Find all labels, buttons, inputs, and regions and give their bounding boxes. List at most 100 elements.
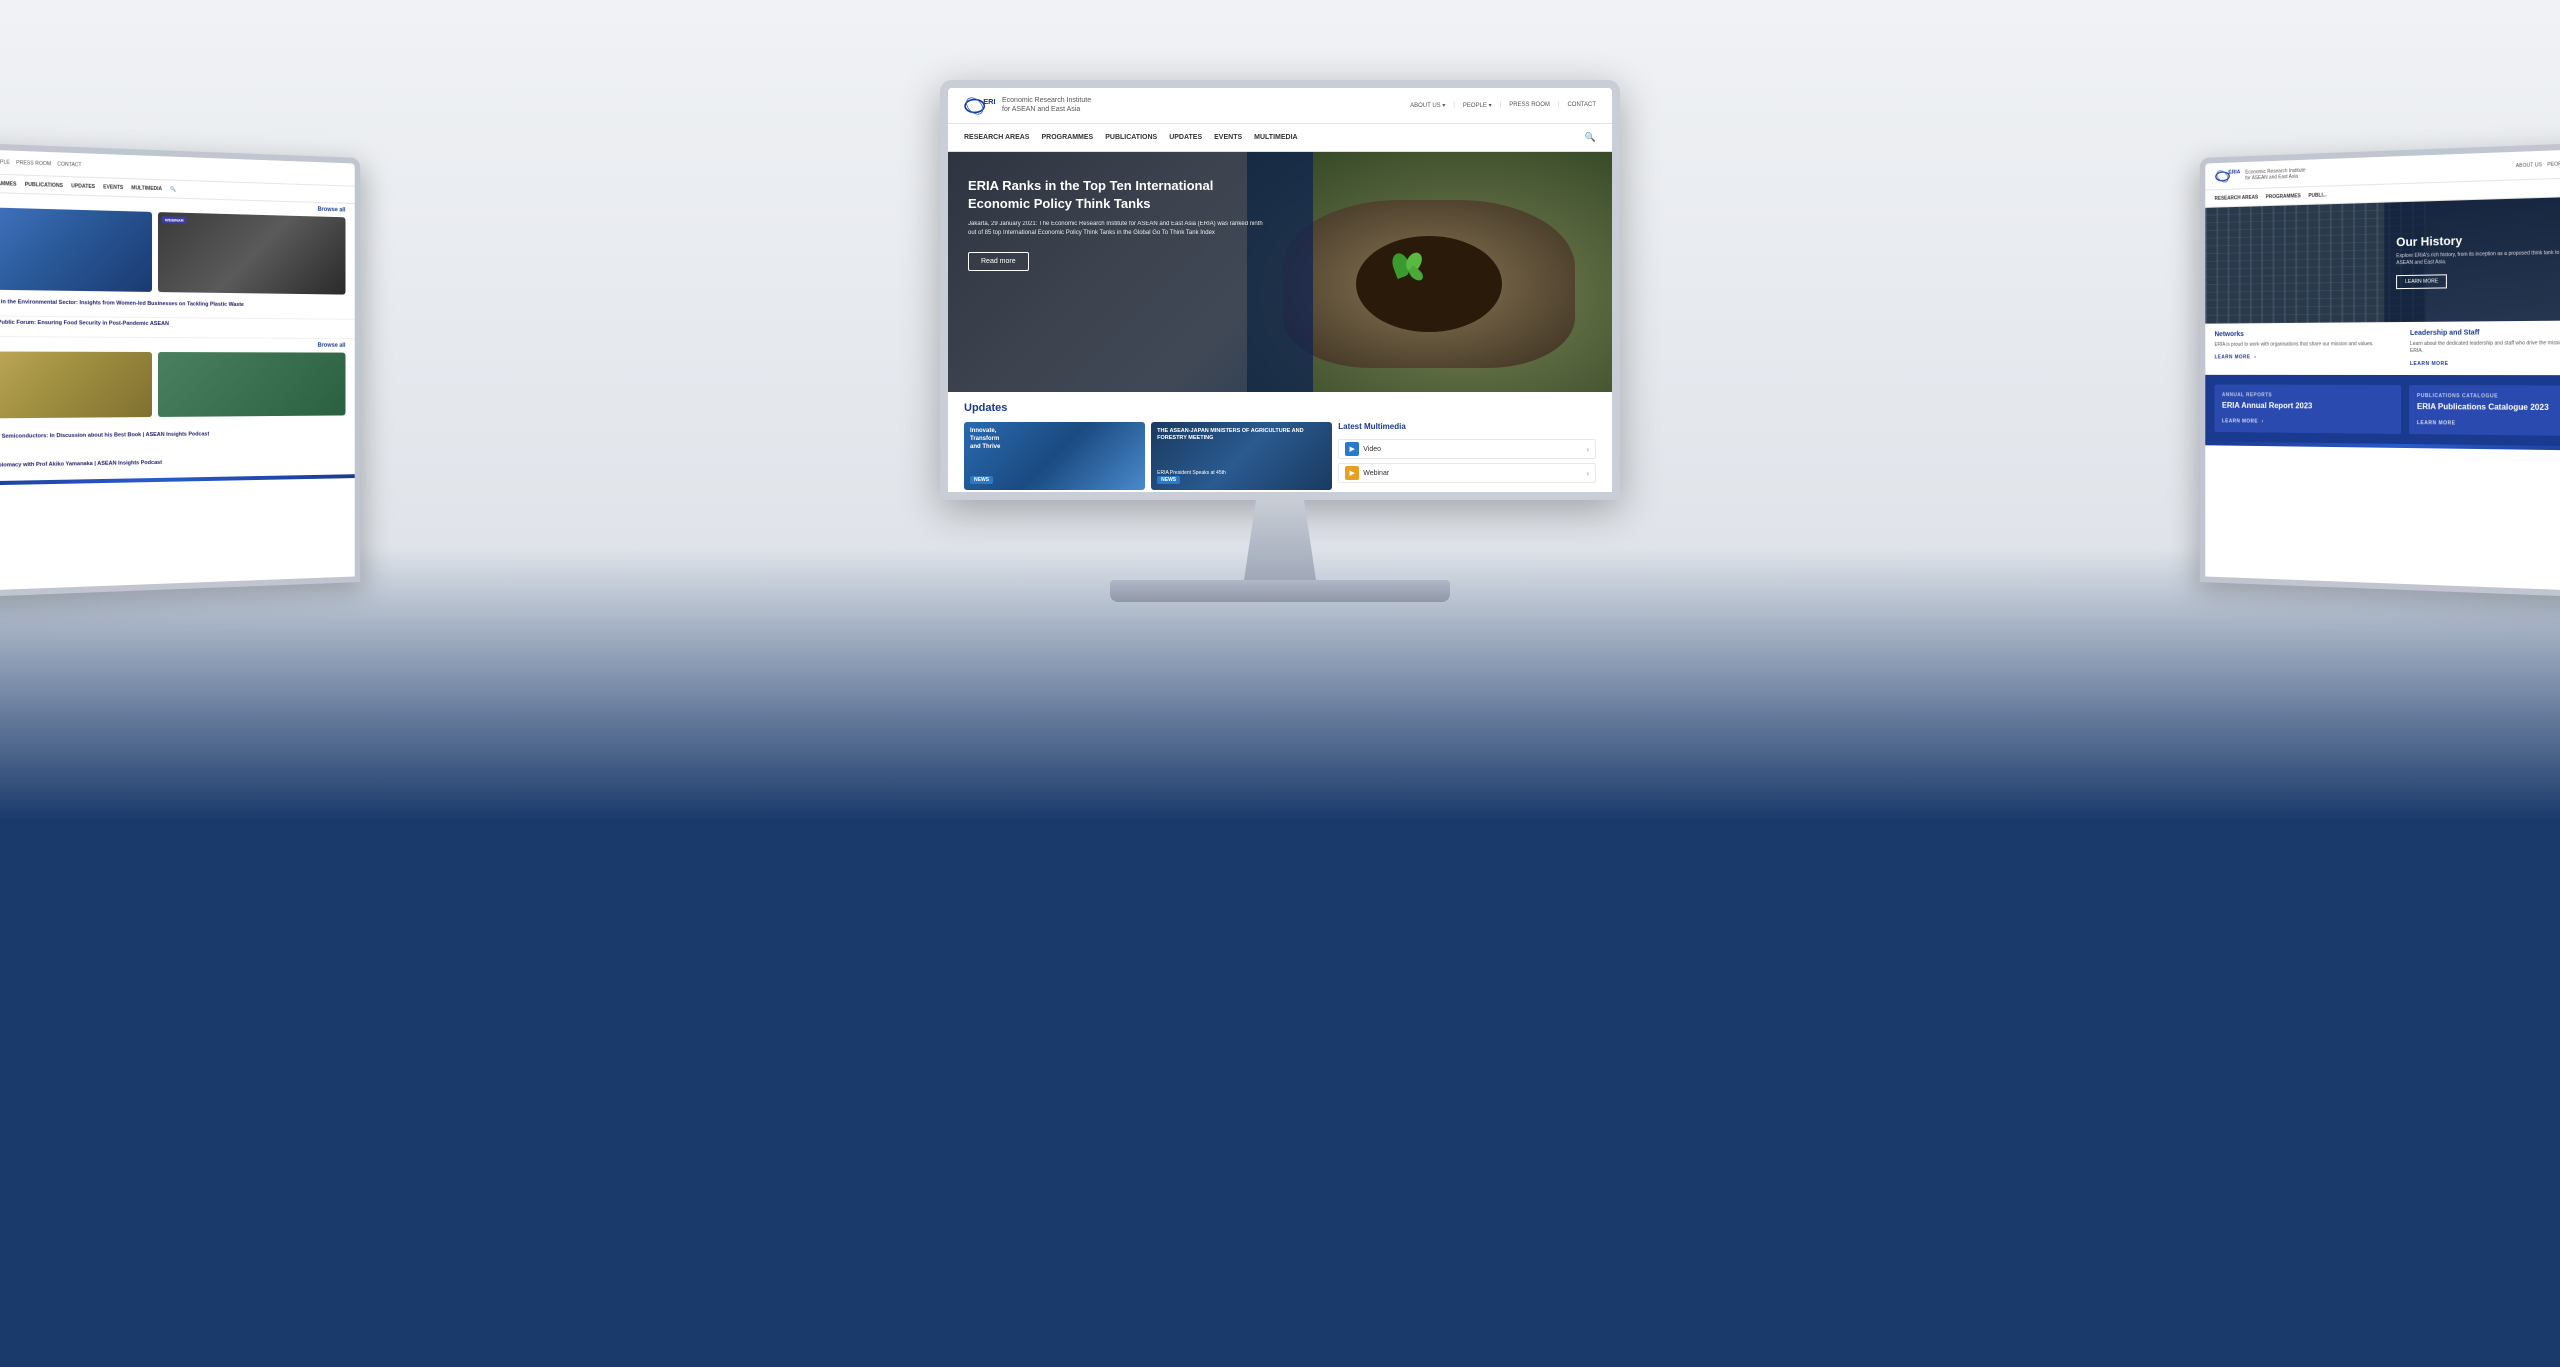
left-card-2-label: WEBINAR — [162, 216, 187, 224]
nav-events[interactable]: EVENTS — [1214, 134, 1242, 141]
left-monitor: ABOUT US PEOPLE PRESS ROOM CONTACT AREAS… — [0, 141, 360, 598]
right-hero-desc: Explore ERIA's rich history, from its in… — [2396, 249, 2560, 267]
right-networks-title: Networks — [2215, 330, 2401, 338]
right-monitor: ERIA Economic Research Institute for ASE… — [2200, 141, 2560, 598]
center-contact[interactable]: CONTACT — [1567, 102, 1596, 109]
right-hero-overlay: Our History Explore ERIA's rich history,… — [2384, 196, 2560, 323]
left-nav-pressroom[interactable]: PRESS ROOM — [16, 159, 51, 166]
multimedia-video[interactable]: ▶ Video › — [1338, 439, 1596, 459]
right-annual-title: ERIA Annual Report 2023 — [2222, 401, 2393, 412]
mm-video-left: ▶ Video — [1345, 442, 1381, 456]
left-nav-programmes[interactable]: PROGRAMMES — [0, 180, 17, 187]
center-search-icon[interactable]: 🔍 — [1585, 132, 1596, 143]
right-leadership-title: Leadership and Staff — [2410, 329, 2560, 337]
right-leadership-link[interactable]: LEARN MORE — [2410, 361, 2560, 367]
left-card-1: WEBINAR — [0, 206, 152, 292]
right-leadership-section: Leadership and Staff Learn about the ded… — [2410, 329, 2560, 367]
multimedia-webinar[interactable]: ▶ Webinar › — [1338, 463, 1596, 483]
right-annual-cards: ANNUAL REPORTS ERIA Annual Report 2023 L… — [2215, 384, 2560, 436]
center-hero-banner: ERIA Ranks in the Top Ten International … — [948, 152, 1612, 392]
left-nav-events[interactable]: EVENTS — [103, 184, 123, 191]
center-logo[interactable]: ERIA Economic Research Institute for ASE… — [964, 95, 1091, 117]
nav-programmes[interactable]: PROGRAMMES — [1041, 134, 1093, 141]
center-nav: ERIA Economic Research Institute for ASE… — [948, 88, 1612, 124]
right-networks-section: Networks ERIA is proud to work with orga… — [2215, 330, 2401, 367]
right-logo-icon: ERIA — [2215, 167, 2241, 185]
right-screen: ERIA Economic Research Institute for ASE… — [2200, 141, 2560, 598]
left-screen: ABOUT US PEOPLE PRESS ROOM CONTACT AREAS… — [0, 141, 360, 598]
left-nav-multimedia[interactable]: MULTIMEDIA — [131, 185, 162, 192]
right-nav-link-1[interactable]: ABOUT US — [2516, 162, 2542, 169]
hero-title: ERIA Ranks in the Top Ten International … — [968, 177, 1267, 212]
webinar-icon: ▶ — [1345, 466, 1359, 480]
update-card-1-title: Innovate,Transformand Thrive — [970, 428, 1139, 451]
svg-text:ERIA: ERIA — [983, 96, 996, 105]
right-info-section: Networks ERIA is proud to work with orga… — [2205, 320, 2560, 375]
left-top-links: ABOUT US PEOPLE PRESS ROOM CONTACT — [0, 157, 82, 168]
left-podcast-section: PODCASTS Geopolitics of Semiconductors: … — [0, 416, 355, 482]
right-hero-title: Our History — [2396, 230, 2560, 249]
video-icon: ▶ — [1345, 442, 1359, 456]
left-nav-updates[interactable]: UPDATES — [71, 183, 95, 190]
center-press-room[interactable]: PRESS ROOM — [1509, 102, 1550, 109]
right-networks-link[interactable]: LEARN MORE › — [2215, 354, 2401, 360]
nav-multimedia[interactable]: MULTIMEDIA — [1254, 134, 1297, 141]
right-annual-arrow-icon: › — [2262, 419, 2264, 425]
right-networks-arrow-icon: › — [2254, 354, 2256, 360]
updates-title: Updates — [964, 402, 1596, 414]
nav-updates[interactable]: UPDATES — [1169, 134, 1202, 141]
svg-text:ERIA: ERIA — [2228, 169, 2240, 175]
left-card-2: WEBINAR — [158, 212, 346, 295]
update-card-1[interactable]: Innovate,Transformand Thrive NEWS — [964, 422, 1145, 490]
right-nav-programmes[interactable]: PROGRAMMES — [2266, 193, 2301, 200]
center-main-nav-items: RESEARCH AREAS PROGRAMMES PUBLICATIONS U… — [964, 134, 1298, 141]
center-stand-neck — [1220, 500, 1340, 580]
mm-webinar-label: Webinar — [1363, 470, 1389, 477]
right-logo[interactable]: ERIA Economic Research Institute for ASE… — [2215, 164, 2306, 185]
center-people[interactable]: PEOPLE ▾ — [1463, 102, 1492, 109]
right-nav-link-2[interactable]: PEOPLE — [2547, 161, 2560, 168]
right-logo-text: Economic Research Institute for ASEAN an… — [2245, 167, 2305, 181]
right-catalogue-link[interactable]: LEARN MORE — [2417, 420, 2560, 428]
left-card-sm-2 — [158, 352, 346, 417]
right-publications-section: ANNUAL REPORTS ERIA Annual Report 2023 L… — [2205, 375, 2560, 447]
right-catalogue-category: PUBLICATIONS CATALOGUE — [2417, 393, 2560, 400]
right-catalogue-card[interactable]: PUBLICATIONS CATALOGUE ERIA Publications… — [2409, 385, 2560, 437]
right-hero: Our History Explore ERIA's rich history,… — [2205, 196, 2560, 324]
right-annual-report-card[interactable]: ANNUAL REPORTS ERIA Annual Report 2023 L… — [2215, 384, 2402, 434]
multimedia-section: Latest Multimedia ▶ Video › ▶ Webinar — [1338, 422, 1596, 492]
update-card-2-subtitle: ERIA President Speaks at 45th — [1157, 470, 1326, 476]
right-catalogue-title: ERIA Publications Catalogue 2023 — [2417, 402, 2560, 414]
right-networks-desc: ERIA is proud to work with organisations… — [2215, 341, 2401, 349]
hero-read-more-button[interactable]: Read more — [968, 252, 1029, 271]
right-annual-link[interactable]: LEARN MORE › — [2222, 419, 2393, 427]
eria-logo-icon: ERIA — [964, 95, 996, 117]
right-nav-research[interactable]: RESEARCH AREAS — [2215, 194, 2259, 201]
left-search-icon[interactable]: 🔍 — [170, 186, 176, 192]
hero-content: ERIA Ranks in the Top Ten International … — [968, 177, 1267, 271]
left-nav-publications[interactable]: PUBLICATIONS — [25, 181, 63, 188]
update-card-2-title: THE ASEAN-JAPAN MINISTERS OF AGRICULTURE… — [1157, 428, 1326, 442]
right-top-links: ABOUT US PEOPLE PRESS ROOM — [2516, 159, 2560, 168]
center-about-us[interactable]: ABOUT US ▾ — [1410, 102, 1445, 109]
center-monitor: ERIA Economic Research Institute for ASE… — [940, 80, 1620, 602]
update-card-2[interactable]: THE ASEAN-JAPAN MINISTERS OF AGRICULTURE… — [1151, 422, 1332, 490]
center-monitor-stand — [940, 500, 1620, 602]
multimedia-title: Latest Multimedia — [1338, 422, 1596, 431]
nav-research-areas[interactable]: RESEARCH AREAS — [964, 134, 1029, 141]
right-nav-publications[interactable]: PUBLI... — [2308, 192, 2326, 198]
hero-background: ERIA Ranks in the Top Ten International … — [948, 152, 1612, 392]
right-hero-btn[interactable]: LEARN MORE — [2396, 274, 2447, 289]
update-card-1-badge: NEWS — [970, 476, 993, 484]
update-cards: Innovate,Transformand Thrive NEWS THE AS… — [964, 422, 1332, 492]
nav-publications[interactable]: PUBLICATIONS — [1105, 134, 1157, 141]
update-card-2-badge: NEWS — [1157, 476, 1180, 484]
mm-webinar-left: ▶ Webinar — [1345, 466, 1389, 480]
left-nav-contact[interactable]: CONTACT — [57, 161, 81, 168]
left-browse-all-2[interactable]: Browse all — [0, 337, 355, 353]
left-nav-people[interactable]: PEOPLE — [0, 159, 10, 166]
hero-description: Jakarta, 29 January 2021: The Economic R… — [968, 220, 1267, 238]
mm-video-label: Video — [1363, 446, 1381, 453]
center-main-nav: RESEARCH AREAS PROGRAMMES PUBLICATIONS U… — [948, 124, 1612, 152]
center-logo-text: Economic Research Institute for ASEAN an… — [1002, 97, 1091, 114]
